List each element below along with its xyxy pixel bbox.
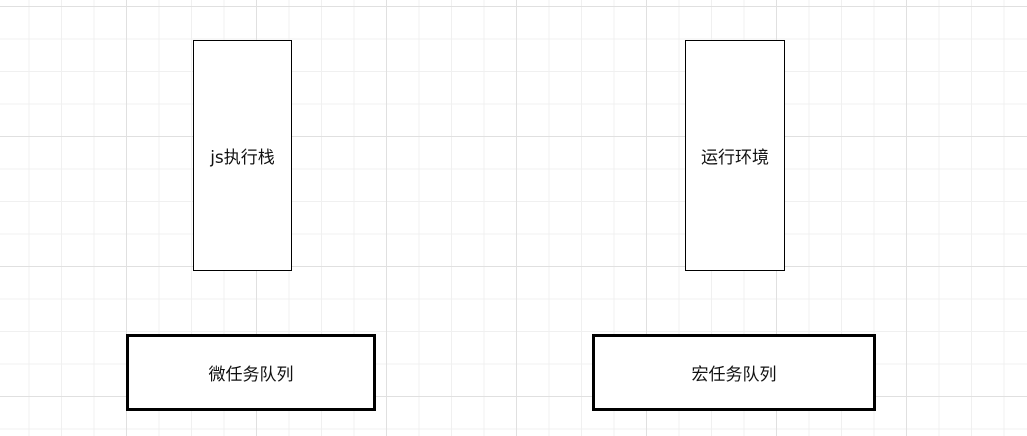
macro-queue-node[interactable]: 宏任务队列 xyxy=(592,334,876,411)
micro-queue-label: 微任务队列 xyxy=(208,365,294,385)
js-stack-label: js执行栈 xyxy=(210,148,275,168)
micro-queue-node[interactable]: 微任务队列 xyxy=(126,334,376,411)
macro-queue-label: 宏任务队列 xyxy=(691,365,777,385)
runtime-env-label: 运行环境 xyxy=(701,148,769,168)
runtime-env-node[interactable]: 运行环境 xyxy=(685,40,785,271)
js-stack-node[interactable]: js执行栈 xyxy=(193,40,292,271)
